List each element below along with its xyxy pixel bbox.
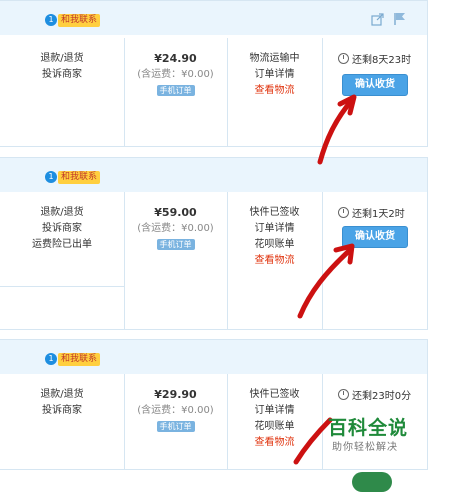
actions-column: 退款/退货 投诉商家 运费险已出单 — [0, 192, 125, 329]
status-text: 快件已签收 — [249, 389, 300, 400]
status-column: 快件已签收 订单详情 花呗账单 查看物流 — [227, 374, 323, 469]
complain-link[interactable]: 投诉商家 — [0, 221, 124, 237]
order-header: 1 和我联系 — [0, 157, 427, 192]
order-header: 1 和我联系 — [0, 0, 427, 35]
complain-link[interactable]: 投诉商家 — [0, 403, 124, 419]
order-body: 退款/退货 投诉商家 ¥24.90 (含运费：¥0.00) 手机订单 物流运输中… — [0, 38, 427, 146]
operation-column: 还剩8天23时 确认收货 — [322, 38, 427, 146]
wangwang-icon: 1 — [45, 353, 57, 365]
view-logistics-link[interactable]: 查看物流 — [227, 83, 322, 99]
share-icon[interactable] — [371, 12, 385, 26]
countdown: 还剩8天23时 — [338, 51, 411, 66]
mobile-order-badge: 手机订单 — [156, 421, 195, 432]
actions-column: 退款/退货 投诉商家 — [0, 38, 125, 146]
status-text: 物流运输中 — [249, 53, 300, 64]
confirm-receipt-button[interactable]: 确认收货 — [342, 74, 408, 96]
watermark-title: 百科全说 — [328, 417, 409, 439]
operation-column: 还剩1天2时 确认收货 — [322, 192, 427, 329]
order-body: 退款/退货 投诉商家 运费险已出单 ¥59.00 (含运费：¥0.00) 手机订… — [0, 192, 427, 329]
refund-link[interactable]: 退款/退货 — [0, 51, 124, 67]
price-column: ¥29.90 (含运费：¥0.00) 手机订单 — [124, 374, 228, 469]
header-icons — [371, 12, 407, 26]
contact-label: 和我联系 — [58, 13, 101, 27]
countdown: 还剩23时0分 — [338, 387, 411, 402]
status-column: 物流运输中 订单详情 查看物流 — [227, 38, 323, 146]
countdown-text: 还剩8天23时 — [352, 55, 412, 66]
refund-link[interactable]: 退款/退货 — [0, 387, 124, 403]
contact-seller-link[interactable]: 1 和我联系 — [45, 13, 101, 27]
order-detail-link[interactable]: 订单详情 — [227, 403, 322, 419]
wangwang-icon: 1 — [45, 14, 57, 26]
contact-label: 和我联系 — [58, 170, 101, 184]
order-price: ¥59.00 — [154, 206, 197, 219]
watermark-logo: 百科全说 助你轻松解决 — [320, 408, 430, 462]
order-header: 1 和我联系 — [0, 339, 427, 374]
order-detail-link[interactable]: 订单详情 — [227, 67, 322, 83]
clock-icon — [338, 389, 349, 400]
shipping-insurance-text: 运费险已出单 — [32, 239, 92, 250]
clock-icon — [338, 53, 349, 64]
actions-column: 退款/退货 投诉商家 — [0, 374, 125, 469]
countdown-text: 还剩23时0分 — [352, 391, 412, 402]
order-price: ¥24.90 — [154, 52, 197, 65]
row-divider — [0, 286, 124, 287]
shipping-fee: (含运费：¥0.00) — [137, 223, 214, 234]
status-column: 快件已签收 订单详情 花呗账单 查看物流 — [227, 192, 323, 329]
mobile-order-badge: 手机订单 — [156, 85, 195, 96]
clock-icon — [338, 207, 349, 218]
order-price: ¥29.90 — [154, 388, 197, 401]
shipping-fee: (含运费：¥0.00) — [137, 69, 214, 80]
view-logistics-link[interactable]: 查看物流 — [227, 435, 322, 451]
contact-label: 和我联系 — [58, 352, 101, 366]
watermark-subtitle: 助你轻松解决 — [332, 442, 398, 453]
huabei-bill-link[interactable]: 花呗账单 — [227, 237, 322, 253]
contact-seller-link[interactable]: 1 和我联系 — [45, 170, 101, 184]
view-logistics-link[interactable]: 查看物流 — [227, 253, 322, 269]
complain-link[interactable]: 投诉商家 — [0, 67, 124, 83]
bottom-logo — [352, 472, 392, 492]
wangwang-icon: 1 — [45, 171, 57, 183]
huabei-bill-link[interactable]: 花呗账单 — [227, 419, 322, 435]
mobile-order-badge: 手机订单 — [156, 239, 195, 250]
order-card-2: 1 和我联系 退款/退货 投诉商家 运费险已出单 ¥59.00 (含运费：¥0.… — [0, 157, 428, 330]
confirm-receipt-button[interactable]: 确认收货 — [342, 226, 408, 248]
countdown-text: 还剩1天2时 — [352, 209, 405, 220]
countdown: 还剩1天2时 — [338, 205, 405, 220]
order-detail-link[interactable]: 订单详情 — [227, 221, 322, 237]
price-column: ¥59.00 (含运费：¥0.00) 手机订单 — [124, 192, 228, 329]
refund-link[interactable]: 退款/退货 — [0, 205, 124, 221]
shipping-fee: (含运费：¥0.00) — [137, 405, 214, 416]
contact-seller-link[interactable]: 1 和我联系 — [45, 352, 101, 366]
order-card-1: 1 和我联系 退款/退货 投诉商家 ¥24.90 (含运费：¥0.00) 手机订… — [0, 0, 428, 147]
price-column: ¥24.90 (含运费：¥0.00) 手机订单 — [124, 38, 228, 146]
status-text: 快件已签收 — [249, 207, 300, 218]
flag-icon[interactable] — [393, 12, 407, 26]
